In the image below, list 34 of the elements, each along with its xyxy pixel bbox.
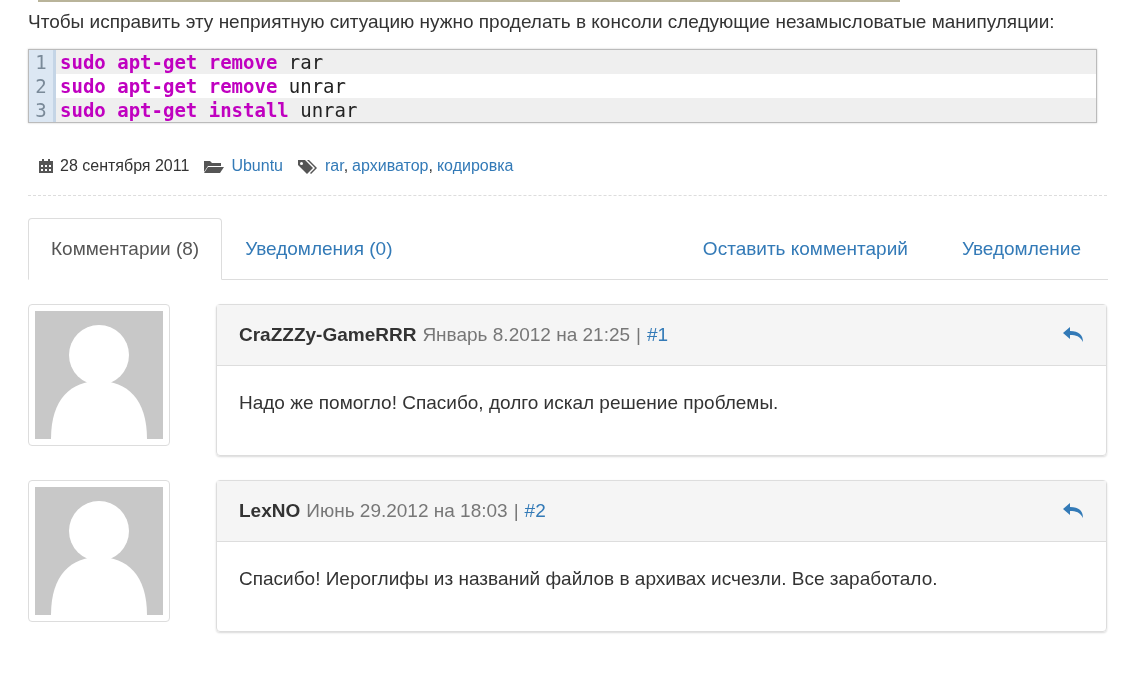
code-line: sudo apt-get remove unrar <box>59 75 346 97</box>
action-link[interactable]: Уведомление <box>934 218 1108 280</box>
code-line: sudo apt-get remove rar <box>59 51 324 73</box>
reply-button[interactable] <box>1062 326 1084 344</box>
line-number: 2 <box>29 74 56 98</box>
tab[interactable]: Комментарии (8) <box>28 218 223 280</box>
tags-icon <box>296 158 319 174</box>
separator: | <box>636 324 641 346</box>
author-name: CraZZZy-GameRRR <box>239 324 417 346</box>
comment-date: Январь 8.2012 на 21:25 <box>422 324 631 346</box>
line-number: 3 <box>29 98 56 122</box>
tag-link[interactable]: кодировка <box>436 157 514 174</box>
comment-link[interactable]: #1 <box>647 324 669 346</box>
tab[interactable]: Уведомления (0) <box>222 218 416 280</box>
post-date: 28 сентября 2011 <box>60 157 190 175</box>
folder-icon <box>203 158 226 174</box>
avatar-silhouette-icon <box>35 487 163 615</box>
author-name: LexNO <box>239 500 301 522</box>
paragraph: Чтобы исправить эту неприятную ситуацию нужно проделать в консоли следующие незамысловатые манипуляции: <box>28 10 1056 34</box>
avatar-silhouette-icon <box>35 311 163 439</box>
separator: | <box>513 500 519 522</box>
reply-button[interactable] <box>1062 502 1084 520</box>
code-line: sudo apt-get install unrar <box>59 99 358 121</box>
comment-link[interactable]: #2 <box>524 500 546 522</box>
comment-text: Надо же помогло! Спасибо, долго искал решение проблемы. <box>238 391 780 415</box>
action-link[interactable]: Оставить комментарий <box>675 218 935 280</box>
calendar-icon <box>38 158 54 174</box>
comment-text: Спасибо! Иероглифы из названий файлов в архивах исчезли. Все заработало. <box>238 567 939 591</box>
tag-link[interactable]: архиватор <box>352 157 429 174</box>
separator: , <box>428 157 433 174</box>
line-number: 1 <box>29 50 56 74</box>
category-link[interactable]: Ubuntu <box>231 157 283 175</box>
comment-date: Июнь 29.2012 на 18:03 <box>306 500 508 522</box>
tag-link[interactable]: rar <box>324 157 344 174</box>
